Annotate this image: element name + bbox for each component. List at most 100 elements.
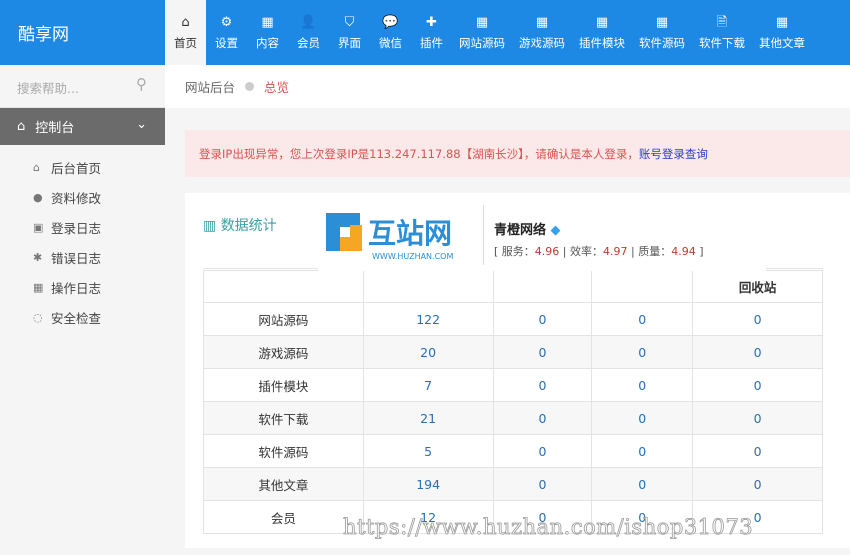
login-log-link[interactable]: 账号登录查询 [639,146,708,162]
nav-label: 插件 [420,35,443,50]
watermark-url: https://www.huzhan.com/ishop31073 [343,515,754,540]
row-label: 网站源码 [203,302,364,336]
nav-item-1[interactable]: ⚙ 设置 [206,0,247,65]
search-box[interactable]: 搜索帮助... ⚲ [0,65,165,108]
nav-item-9[interactable]: ▦ 插件模块 [572,0,632,65]
count-cell[interactable]: 0 [692,302,823,336]
sidebar-item-label: 登录日志 [51,220,102,236]
svg-text:互站网: 互站网 [368,217,452,250]
table-row: 软件源码 5 0 0 0 [203,434,823,468]
sidebar-item-2[interactable]: ▣ 登录日志 [0,212,165,242]
nav-label: 软件源码 [639,35,685,50]
gear-icon: ⚙ [220,14,233,30]
count-cell[interactable]: 0 [591,302,694,336]
user-icon: 👤 [300,14,317,30]
table-row: 其他文章 194 0 0 0 [203,467,823,501]
vendor-scores: [ 服务：4.96 | 效率：4.97 | 质量：4.94 ] [494,245,704,258]
nav-label: 界面 [338,35,361,50]
breadcrumb-current: 总览 [264,80,290,95]
nav-item-2[interactable]: ▦ 内容 [247,0,288,65]
count-cell[interactable]: 20 [362,335,494,369]
puzzle-icon: ✚ [426,14,437,30]
sidebar-item-icon: ● [33,190,43,204]
sidebar-item-4[interactable]: ▦ 操作日志 [0,272,165,302]
panel-title: ▥ 数据统计 [203,218,277,234]
sidebar-item-label: 后台首页 [51,160,102,176]
sidebar-item-3[interactable]: ✱ 错误日志 [0,242,165,272]
row-label: 游戏源码 [203,335,364,369]
nav-item-5[interactable]: 💬 微信 [370,0,411,65]
count-cell[interactable]: 0 [591,401,694,435]
search-input[interactable]: 搜索帮助... [17,78,79,97]
search-icon[interactable]: ⚲ [136,75,147,93]
login-alert: 登录IP出现异常，您上次登录IP是113.247.117.88【湖南长沙】，请确… [185,130,850,177]
nav-item-12[interactable]: ▦ 其他文章 [752,0,812,65]
count-cell[interactable]: 0 [692,368,823,402]
chevron-down-icon[interactable]: ⌄ [136,117,147,132]
sidebar-item-0[interactable]: ⌂ 后台首页 [0,152,165,182]
sidebar-section-console[interactable]: ⌂ 控制台 ⌄ [0,108,165,145]
count-cell[interactable]: 0 [591,434,694,468]
nav-label: 软件下载 [699,35,745,50]
nav-item-3[interactable]: 👤 会员 [288,0,329,65]
nav-item-6[interactable]: ✚ 插件 [411,0,452,65]
sidebar-item-icon: ✱ [33,250,43,264]
count-cell[interactable]: 0 [492,302,593,336]
file-code-icon: 🗎 [716,14,728,30]
count-cell[interactable]: 21 [362,401,494,435]
table-icon: ▦ [535,14,549,30]
sidebar-item-5[interactable]: ◌ 安全检查 [0,302,165,332]
table-row: 游戏源码 20 0 0 0 [203,335,823,369]
table-icon: ▦ [775,14,789,30]
count-cell[interactable]: 0 [591,368,694,402]
count-cell[interactable]: 7 [362,368,494,402]
count-cell[interactable]: 0 [692,434,823,468]
top-nav: ⌂ 首页 ⚙ 设置 ▦ 内容 👤 会员 ⛉ 界面 💬 微信 ✚ 插件 ▦ 网站源码 ▦ 游戏源码 ▦ 插件模块 ▦ 软件源… [165,0,812,65]
count-cell[interactable]: 0 [692,335,823,369]
nav-item-11[interactable]: 🗎 软件下载 [692,0,752,65]
wechat-icon: 💬 [382,14,399,30]
home-icon: ⌂ [181,14,190,30]
sidebar-item-icon: ⌂ [33,160,40,174]
count-cell[interactable]: 5 [362,434,494,468]
nav-label: 内容 [256,35,279,50]
column-header: 回收站 [692,270,823,303]
count-cell[interactable]: 0 [492,467,593,501]
svg-text:WWW.HUZHAN.COM: WWW.HUZHAN.COM [372,252,453,261]
top-bar: 酷享网 ⌂ 首页 ⚙ 设置 ▦ 内容 👤 会员 ⛉ 界面 💬 微信 ✚ 插件 ▦ 网站源码 ▦ 游戏源码 ▦ 插件模块… [0,0,850,65]
main-content: 网站后台 总览 登录IP出现异常，您上次登录IP是113.247.117.88【… [165,65,850,555]
count-cell[interactable]: 0 [692,467,823,501]
count-cell[interactable]: 122 [362,302,494,336]
huzhan-logo: 互站网 WWW.HUZHAN.COM [326,213,453,261]
diamond-icon: ◆ [550,223,561,238]
count-cell[interactable]: 0 [492,401,593,435]
breadcrumb: 网站后台 总览 [165,65,850,108]
count-cell[interactable]: 0 [492,434,593,468]
nav-label: 会员 [297,35,320,50]
count-cell[interactable]: 194 [362,467,494,501]
count-cell[interactable]: 0 [692,401,823,435]
watermark-banner: 互站网 WWW.HUZHAN.COM 青橙网络 ◆ [ 服务：4.96 | 效率… [318,193,766,271]
nav-item-8[interactable]: ▦ 游戏源码 [512,0,572,65]
table-row: 软件下载 21 0 0 0 [203,401,823,435]
nav-item-4[interactable]: ⛉ 界面 [329,0,370,65]
row-label: 其他文章 [203,467,364,501]
nav-label: 网站源码 [459,35,505,50]
vendor-name[interactable]: 青橙网络 [494,223,546,238]
row-label: 软件源码 [203,434,364,468]
nav-item-7[interactable]: ▦ 网站源码 [452,0,512,65]
nav-item-10[interactable]: ▦ 软件源码 [632,0,692,65]
count-cell[interactable]: 0 [492,368,593,402]
nav-label: 设置 [215,35,238,50]
app-logo[interactable]: 酷享网 [18,20,69,45]
count-cell[interactable]: 0 [492,335,593,369]
breadcrumb-root[interactable]: 网站后台 [185,77,235,96]
nav-label: 微信 [379,35,402,50]
nav-item-0[interactable]: ⌂ 首页 [165,0,206,65]
count-cell[interactable]: 0 [591,335,694,369]
count-cell[interactable]: 0 [591,467,694,501]
sidebar-item-icon: ▦ [33,280,44,294]
table-icon: ▦ [475,14,489,30]
table-icon: ▦ [655,14,669,30]
sidebar-item-1[interactable]: ● 资料修改 [0,182,165,212]
